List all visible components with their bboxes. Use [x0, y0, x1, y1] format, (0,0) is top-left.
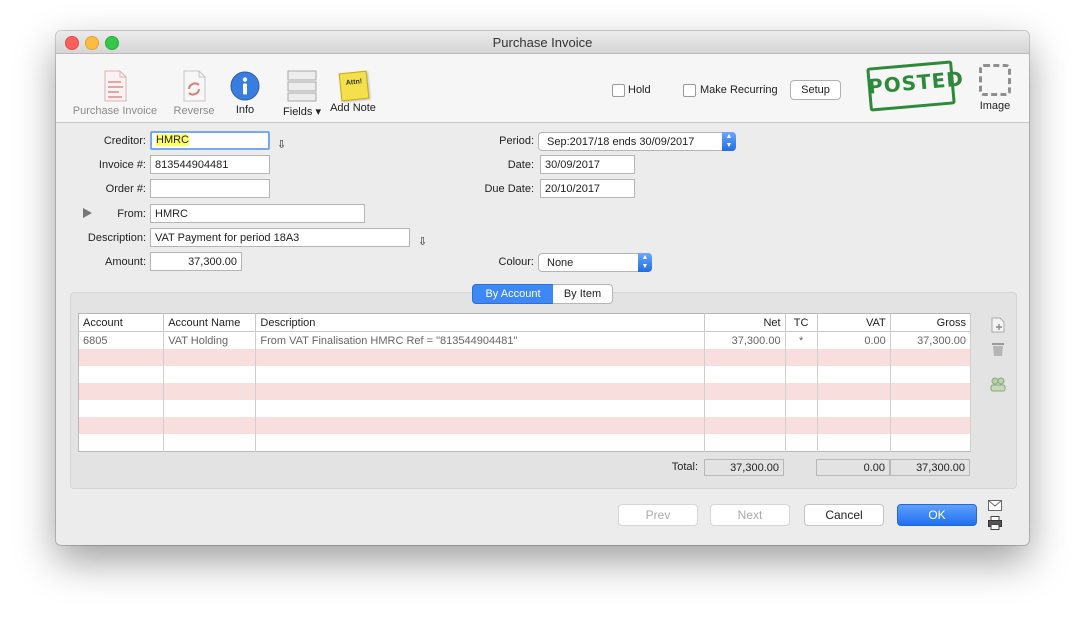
- due-date-label: Due Date:: [484, 183, 534, 195]
- cell-account: 6805: [78, 331, 165, 349]
- column-header-vat[interactable]: VAT: [817, 313, 891, 332]
- hold-label: Hold: [628, 84, 651, 96]
- column-header-account[interactable]: Account: [78, 313, 165, 332]
- fields-label: Fields: [283, 106, 313, 118]
- tab-by-account[interactable]: By Account: [472, 284, 554, 304]
- colour-label: Colour:: [498, 256, 534, 268]
- invoice-document-icon: [104, 70, 127, 102]
- add-line-icon[interactable]: [991, 317, 1005, 336]
- tab-by-item[interactable]: By Item: [553, 284, 613, 304]
- due-date-field[interactable]: 20/10/2017: [540, 179, 635, 198]
- image-button[interactable]: Image: [970, 64, 1020, 112]
- period-label: Period:: [499, 135, 534, 147]
- empty-table-row[interactable]: [78, 349, 972, 366]
- cell-vat: 0.00: [817, 331, 891, 349]
- updown-chevron-icon: ▲ ▼: [722, 132, 736, 151]
- order-number-label: Order #:: [105, 183, 146, 195]
- info-button[interactable]: Info: [224, 71, 266, 116]
- date-label: Date:: [507, 159, 534, 171]
- window-title: Purchase Invoice: [492, 35, 593, 50]
- make-recurring-checkbox[interactable]: [683, 84, 696, 97]
- make-recurring-label: Make Recurring: [700, 84, 778, 96]
- print-icon[interactable]: [988, 516, 1002, 533]
- info-icon: [230, 71, 260, 101]
- creditor-field[interactable]: HMRC: [150, 131, 270, 150]
- table-row[interactable]: 6805 VAT Holding From VAT Finalisation H…: [78, 331, 972, 349]
- empty-table-row[interactable]: [78, 417, 972, 434]
- allocate-icon[interactable]: [990, 376, 1006, 395]
- period-select[interactable]: Sep:2017/18 ends 30/09/2017 ▲ ▼: [538, 132, 736, 151]
- next-button[interactable]: Next: [710, 504, 790, 526]
- reverse-label: Reverse: [173, 105, 215, 117]
- purchase-invoice-label: Purchase Invoice: [72, 105, 158, 117]
- empty-table-row[interactable]: [78, 366, 972, 383]
- from-field[interactable]: HMRC: [150, 204, 365, 223]
- empty-table-row[interactable]: [78, 400, 972, 417]
- column-header-tc[interactable]: TC: [785, 313, 818, 332]
- fields-button[interactable]: Fields ▾: [278, 70, 326, 118]
- line-items-table: Account Account Name Description Net TC …: [78, 313, 972, 452]
- description-lookup-arrow-icon[interactable]: ⇩: [418, 235, 427, 248]
- toolbar: Purchase Invoice Reverse Info Fields ▾ A…: [56, 54, 1029, 123]
- purchase-invoice-button[interactable]: Purchase Invoice: [68, 70, 162, 117]
- reverse-button[interactable]: Reverse: [170, 70, 218, 117]
- image-placeholder-icon: [979, 64, 1011, 96]
- cancel-button[interactable]: Cancel: [804, 504, 884, 526]
- total-vat: 0.00: [816, 459, 890, 476]
- empty-table-row[interactable]: [78, 383, 972, 400]
- column-header-gross[interactable]: Gross: [890, 313, 972, 332]
- chevron-down-icon: ▾: [315, 106, 321, 118]
- cell-account-name: VAT Holding: [163, 331, 257, 349]
- column-header-description[interactable]: Description: [255, 313, 706, 332]
- fields-icon: [287, 70, 317, 102]
- amount-label: Amount:: [105, 256, 146, 268]
- prev-button[interactable]: Prev: [618, 504, 698, 526]
- add-note-label: Add Note: [330, 102, 376, 114]
- total-label: Total:: [671, 461, 698, 473]
- ok-button[interactable]: OK: [897, 504, 977, 526]
- invoice-number-label: Invoice #:: [98, 159, 146, 171]
- reverse-icon: [183, 70, 206, 102]
- table-header-row: Account Account Name Description Net TC …: [78, 313, 972, 332]
- period-value: Sep:2017/18 ends 30/09/2017: [547, 136, 695, 148]
- sticky-note-icon: Attn!: [338, 70, 370, 102]
- title-bar: Purchase Invoice: [56, 31, 1029, 54]
- invoice-number-field[interactable]: 813544904481: [150, 155, 270, 174]
- creditor-label: Creditor:: [103, 135, 146, 147]
- hold-checkbox[interactable]: [612, 84, 625, 97]
- creditor-value: HMRC: [156, 134, 189, 146]
- info-label: Info: [235, 104, 255, 116]
- delete-line-icon[interactable]: [991, 341, 1005, 360]
- purchase-invoice-window: Purchase Invoice Purchase Invoice Revers…: [56, 31, 1029, 545]
- email-icon[interactable]: [988, 500, 1002, 514]
- from-label: From:: [117, 208, 146, 220]
- cell-net: 37,300.00: [704, 331, 786, 349]
- setup-button[interactable]: Setup: [790, 80, 841, 100]
- creditor-lookup-arrow-icon[interactable]: ⇩: [277, 138, 286, 151]
- amount-field[interactable]: 37,300.00: [150, 252, 242, 271]
- total-net: 37,300.00: [704, 459, 784, 476]
- cell-tc: *: [785, 331, 818, 349]
- date-field[interactable]: 30/09/2017: [540, 155, 635, 174]
- description-label: Description:: [87, 232, 146, 244]
- column-header-net[interactable]: Net: [704, 313, 786, 332]
- cell-gross: 37,300.00: [890, 331, 972, 349]
- column-header-account-name[interactable]: Account Name: [163, 313, 257, 332]
- cell-description: From VAT Finalisation HMRC Ref = "813544…: [255, 331, 706, 349]
- empty-table-row[interactable]: [78, 434, 972, 452]
- add-note-button[interactable]: Attn! Add Note: [328, 70, 378, 114]
- total-gross: 37,300.00: [890, 459, 970, 476]
- posted-stamp: POSTED: [866, 60, 965, 112]
- description-field[interactable]: VAT Payment for period 18A3: [150, 228, 410, 247]
- image-label: Image: [979, 100, 1011, 112]
- order-number-field[interactable]: [150, 179, 270, 198]
- colour-value: None: [547, 257, 574, 269]
- updown-chevron-icon: ▲ ▼: [638, 253, 652, 272]
- colour-select[interactable]: None ▲ ▼: [538, 253, 652, 272]
